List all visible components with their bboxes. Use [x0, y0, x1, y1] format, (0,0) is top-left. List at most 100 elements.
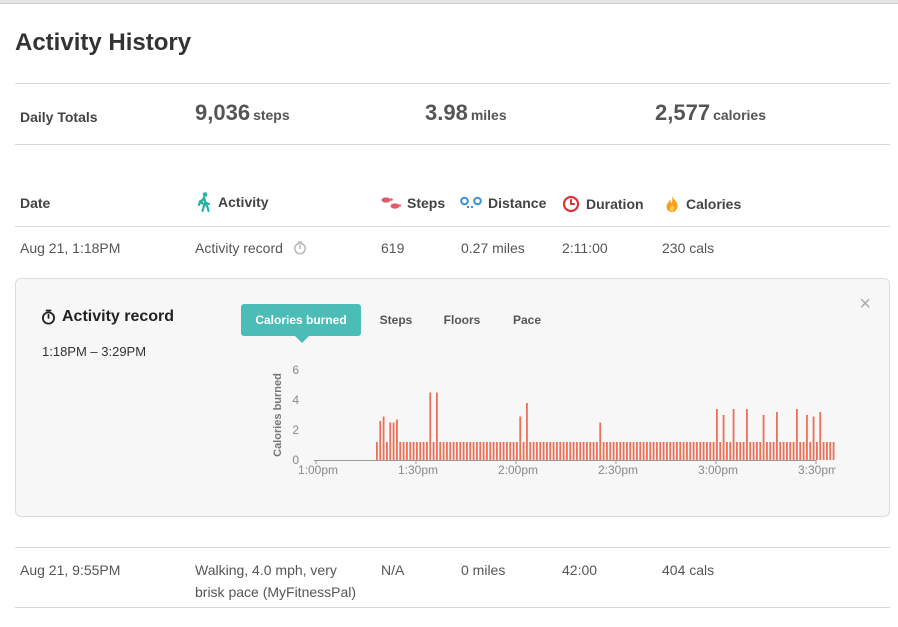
- row-2-activity-line-1: Walking, 4.0 mph, very: [195, 562, 337, 578]
- tab-calories-burned[interactable]: Calories burned: [241, 304, 361, 343]
- calorie-bar: [552, 442, 555, 460]
- calorie-bar: [676, 442, 678, 460]
- calorie-bar: [516, 442, 518, 460]
- calorie-bar: [522, 442, 525, 460]
- calorie-bar: [716, 409, 718, 460]
- calorie-bar: [799, 442, 802, 460]
- calorie-bar: [732, 409, 735, 460]
- flame-icon: [666, 196, 678, 212]
- calorie-bar: [416, 442, 418, 460]
- row-1-duration: 2:11:00: [562, 240, 608, 256]
- bottom-divider: [15, 607, 890, 608]
- calorie-bar: [619, 442, 622, 460]
- column-header-steps-label: Steps: [407, 195, 446, 211]
- tab-pace[interactable]: Pace: [502, 304, 552, 336]
- calorie-bar: [376, 442, 378, 460]
- calorie-bar: [806, 415, 808, 460]
- row-2-calories: 404 cals: [662, 562, 715, 578]
- x-tick-label: 3:30pm: [798, 463, 836, 477]
- row-2-distance: 0 miles: [461, 562, 506, 578]
- calorie-bar: [406, 442, 408, 460]
- calorie-bar: [772, 442, 775, 460]
- calorie-bar: [646, 442, 648, 460]
- calorie-bar: [579, 442, 582, 460]
- calorie-bar: [632, 442, 635, 460]
- calorie-bar: [476, 442, 478, 460]
- total-distance-unit: miles: [470, 107, 507, 123]
- calorie-bar: [452, 442, 455, 460]
- calorie-bar: [442, 442, 445, 460]
- column-header-distance-label: Distance: [488, 195, 547, 211]
- column-header-steps[interactable]: Steps: [381, 195, 445, 211]
- x-tick-label: 1:00pm: [298, 463, 338, 477]
- calorie-bar: [616, 442, 618, 460]
- calorie-bar: [669, 442, 672, 460]
- column-header-date[interactable]: Date: [20, 195, 50, 211]
- calorie-bar: [792, 442, 795, 460]
- stopwatch-icon: [293, 241, 306, 255]
- column-header-distance[interactable]: Distance: [460, 195, 546, 211]
- calorie-bar: [819, 412, 822, 460]
- calorie-bar: [392, 422, 395, 460]
- calorie-bar: [586, 442, 588, 460]
- calorie-bar: [479, 442, 482, 460]
- calorie-bar: [462, 442, 465, 460]
- calorie-bar: [592, 442, 595, 460]
- row-2-activity-line-2: brisk pace (MyFitnessPal): [195, 584, 357, 600]
- calorie-bar: [379, 421, 382, 460]
- calorie-bar: [756, 442, 758, 460]
- calorie-bar: [822, 442, 825, 460]
- column-header-duration[interactable]: Duration: [562, 195, 644, 213]
- calorie-bar: [712, 442, 715, 460]
- calorie-bar: [706, 442, 708, 460]
- column-header-calories[interactable]: Calories: [664, 195, 741, 213]
- calorie-bar: [606, 442, 608, 460]
- calorie-bar: [602, 442, 605, 460]
- total-calories-value: 2,577: [655, 100, 711, 125]
- calorie-bar: [679, 442, 682, 460]
- footprints-icon: [381, 197, 401, 209]
- total-steps: 9,036 steps: [195, 100, 290, 126]
- calorie-bar: [682, 442, 685, 460]
- y-tick-label: 6: [292, 363, 299, 377]
- column-header-activity-label: Activity: [218, 194, 269, 210]
- calorie-bar: [559, 442, 562, 460]
- detail-time-range: 1:18PM – 3:29PM: [42, 344, 147, 359]
- calorie-bar: [809, 442, 812, 460]
- detail-title: Activity record: [41, 308, 174, 326]
- calorie-bar: [502, 442, 505, 460]
- calorie-bar: [736, 442, 738, 460]
- tab-steps[interactable]: Steps: [368, 304, 424, 336]
- calorie-bar: [816, 442, 818, 460]
- calorie-bar: [642, 442, 645, 460]
- calorie-bar: [719, 442, 722, 460]
- calorie-bar: [759, 442, 762, 460]
- calorie-bar: [446, 442, 448, 460]
- calorie-bar: [686, 442, 688, 460]
- close-icon[interactable]: ×: [859, 294, 871, 314]
- tab-floors[interactable]: Floors: [436, 304, 488, 336]
- calorie-bar: [472, 442, 475, 460]
- calorie-bar: [796, 409, 798, 460]
- calorie-bar: [569, 442, 572, 460]
- y-axis-label: Calories burned: [272, 373, 284, 457]
- calorie-bar: [622, 442, 625, 460]
- calorie-bar: [562, 442, 565, 460]
- calorie-bar: [469, 442, 472, 460]
- calorie-bar: [692, 442, 695, 460]
- row-2-steps: N/A: [381, 562, 405, 578]
- page-title: Activity History: [15, 29, 192, 56]
- calorie-bar: [572, 442, 575, 460]
- row-1-distance: 0.27 miles: [461, 240, 525, 256]
- calorie-bar: [722, 415, 725, 460]
- calorie-bar: [506, 442, 508, 460]
- calorie-bar: [626, 442, 628, 460]
- row-1-activity[interactable]: Activity record: [195, 240, 307, 256]
- daily-totals-label: Daily Totals: [20, 109, 98, 125]
- calorie-bar: [399, 442, 402, 460]
- calorie-bar: [456, 442, 458, 460]
- calorie-bar: [656, 442, 658, 460]
- column-header-activity[interactable]: Activity: [196, 192, 269, 212]
- calorie-bar: [786, 442, 788, 460]
- calorie-bar: [426, 442, 428, 460]
